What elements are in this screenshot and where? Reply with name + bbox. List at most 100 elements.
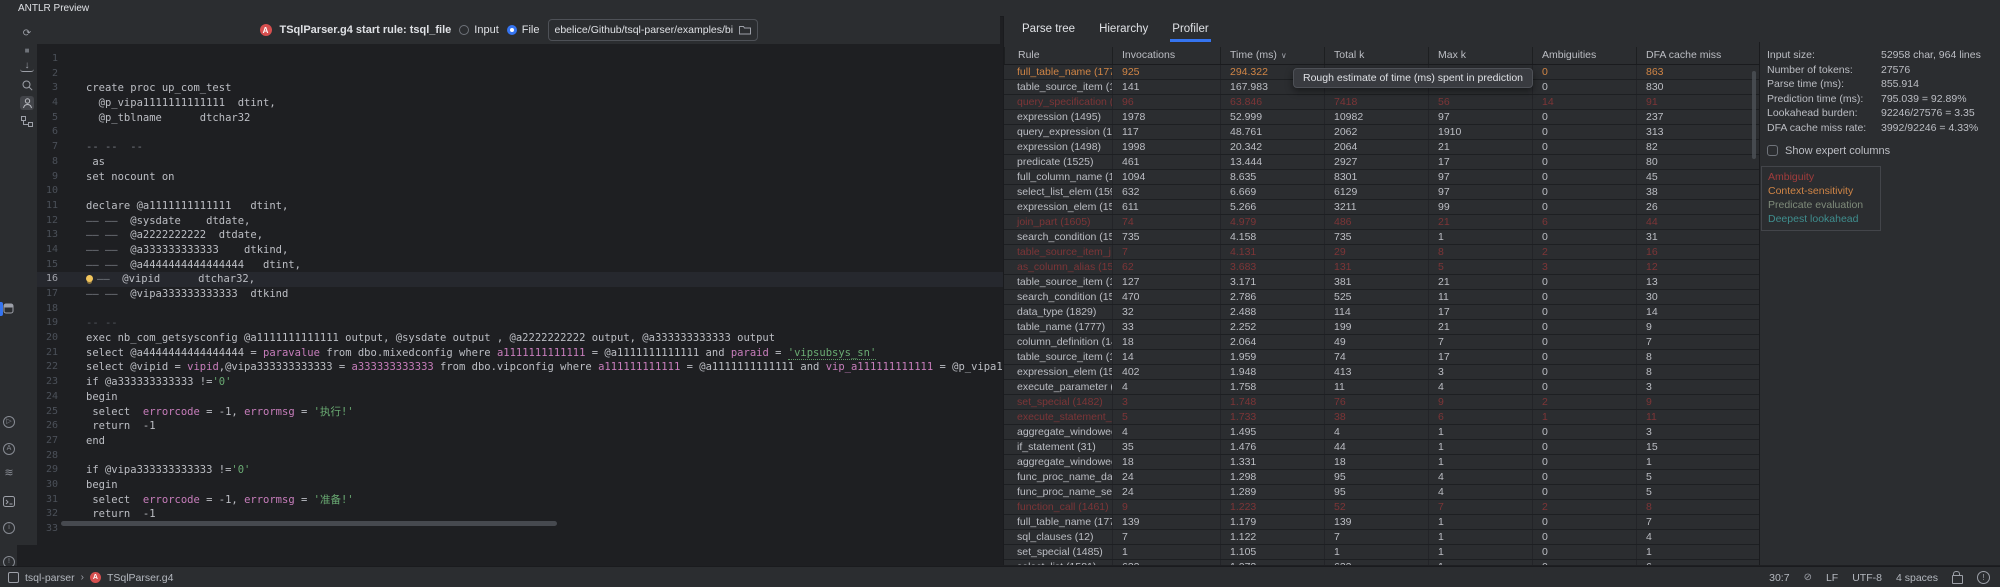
tree-view-button[interactable] <box>20 114 34 128</box>
file-path-value[interactable]: ebelice/Github/tsql-parser/examples/big.… <box>555 24 733 36</box>
col-header-time[interactable]: Time (ms)∨ <box>1220 47 1324 64</box>
col-header-invocations[interactable]: Invocations <box>1112 47 1220 64</box>
profiler-mode-button[interactable] <box>20 96 34 110</box>
problems-tool-icon[interactable]: i <box>3 522 15 534</box>
code-line[interactable]: 23if @a333333333333 !='0' <box>37 375 1003 390</box>
profiler-table-row[interactable]: set_special (1482)31.74876929 <box>1004 395 1759 410</box>
code-line[interactable]: 7-- -- -- <box>37 140 1003 155</box>
col-header-total-k[interactable]: Total k <box>1324 47 1428 64</box>
code-line[interactable]: 15—— —— @a4444444444444444 dtint, <box>37 258 1003 273</box>
profiler-table-row[interactable]: expression_elem (1590)6115.266321199026 <box>1004 200 1759 215</box>
file-encoding[interactable]: UTF-8 <box>1852 572 1882 584</box>
expert-columns-checkbox[interactable] <box>1767 145 1778 156</box>
profiler-table-row[interactable]: execute_parameter (1…41.75811403 <box>1004 380 1759 395</box>
profiler-table-row[interactable]: expression (1498)199820.342206421082 <box>1004 140 1759 155</box>
file-radio[interactable]: File <box>507 24 540 36</box>
code-line[interactable]: 27end <box>37 434 1003 449</box>
editor-horizontal-scrollbar[interactable] <box>61 521 557 526</box>
table-vertical-scrollbar[interactable] <box>1752 71 1756 159</box>
profiler-table-row[interactable]: predicate (1525)46113.444292717080 <box>1004 155 1759 170</box>
error-indicator-icon[interactable]: ! <box>1977 571 1990 584</box>
file-path-field[interactable]: ebelice/Github/tsql-parser/examples/big.… <box>548 19 758 41</box>
input-radio-circle[interactable] <box>459 25 469 35</box>
export-button[interactable]: ↓ <box>20 59 34 72</box>
code-line[interactable]: 1 <box>37 52 1003 67</box>
profiler-table-row[interactable]: select_list_elem (1592)6326.669612997038 <box>1004 185 1759 200</box>
show-expert-columns-option[interactable]: Show expert columns <box>1767 144 2000 158</box>
profiler-table-row[interactable]: search_condition (1517)4702.78652511030 <box>1004 290 1759 305</box>
col-header-dfa-cache-miss[interactable]: DFA cache miss <box>1636 47 1748 64</box>
code-line[interactable]: 6 <box>37 125 1003 140</box>
profiler-table-row[interactable]: table_source_item (15…141.959741708 <box>1004 350 1759 365</box>
profiler-table-row[interactable]: sql_clauses (12)71.1227104 <box>1004 530 1759 545</box>
code-line[interactable]: 4 @p_vipa1111111111111 dtint, <box>37 96 1003 111</box>
code-line[interactable]: 28 <box>37 449 1003 464</box>
profiler-table-row[interactable]: table_source_item_j…74.131298216 <box>1004 245 1759 260</box>
search-button[interactable] <box>20 78 34 92</box>
code-line[interactable]: 17—— —— @vipa333333333333 dtkind <box>37 287 1003 302</box>
refresh-button[interactable]: ⟳ <box>20 26 34 40</box>
code-line[interactable]: 16—— @vipid dtchar32, <box>37 272 1003 287</box>
col-header-rule[interactable]: Rule <box>1004 47 1112 64</box>
code-line[interactable]: 19-- -- <box>37 316 1003 331</box>
services-tool-icon[interactable]: ≋ <box>3 467 15 479</box>
profiler-table-row[interactable]: as_column_alias (159…623.6831315312 <box>1004 260 1759 275</box>
code-line[interactable]: 25 select errorcode = -1, errormsg = '执行… <box>37 405 1003 420</box>
terminal-tool-icon[interactable] <box>3 496 15 508</box>
profiler-table-row[interactable]: set_special (1485)11.1051101 <box>1004 545 1759 560</box>
code-line[interactable]: 5 @p_tblname dtchar32 <box>37 111 1003 126</box>
tab-profiler[interactable]: Profiler <box>1170 16 1210 42</box>
file-radio-circle[interactable] <box>507 25 517 35</box>
profiler-table-row[interactable]: expression_elem (1589)4021.948413308 <box>1004 365 1759 380</box>
profiler-table-row[interactable]: table_source_item (15…1273.17138121013 <box>1004 275 1759 290</box>
profiler-table-row[interactable]: search_condition (1519)7354.1587351031 <box>1004 230 1759 245</box>
preview-tool-icon[interactable] <box>3 303 15 315</box>
code-line[interactable]: 13—— —— @a2222222222 dtdate, <box>37 228 1003 243</box>
profiler-table-row[interactable]: aggregate_windowed…181.33118101 <box>1004 455 1759 470</box>
profiler-table-row[interactable]: function_call (1461)91.22352728 <box>1004 500 1759 515</box>
breadcrumb-project[interactable]: tsql-parser <box>25 572 75 584</box>
code-line[interactable]: 11declare @a1111111111111 dtint, <box>37 199 1003 214</box>
profiler-table-row[interactable]: execute_statement_a…51.733386111 <box>1004 410 1759 425</box>
profiler-table-row[interactable]: full_column_name (17…10948.635830197045 <box>1004 170 1759 185</box>
code-line[interactable]: 24begin <box>37 390 1003 405</box>
col-header-max-k[interactable]: Max k <box>1428 47 1532 64</box>
profiler-table-row[interactable]: full_table_name (1773)1391.179139107 <box>1004 515 1759 530</box>
tab-hierarchy[interactable]: Hierarchy <box>1097 16 1150 42</box>
code-line[interactable]: 9set nocount on <box>37 170 1003 185</box>
code-line[interactable]: 22select @vipid = vipid,@vipa33333333333… <box>37 360 1003 375</box>
profiler-table-row[interactable]: select_list (1581)6321.073632106 <box>1004 560 1759 565</box>
code-line[interactable]: 2 <box>37 67 1003 82</box>
tab-parse-tree[interactable]: Parse tree <box>1020 16 1077 42</box>
profiler-table-row[interactable]: func_proc_name_serv…241.28995405 <box>1004 485 1759 500</box>
code-line[interactable]: 14—— —— @a333333333333 dtkind, <box>37 243 1003 258</box>
indent-setting[interactable]: 4 spaces <box>1896 572 1938 584</box>
code-line[interactable]: 21select @a4444444444444444 = paravalue … <box>37 346 1003 361</box>
code-editor[interactable]: 123create proc up_com_test4 @p_vipa11111… <box>37 44 1003 545</box>
caret-position[interactable]: 30:7 <box>1769 572 1789 584</box>
ai-assistant-tool-icon[interactable]: A <box>3 443 15 455</box>
code-line[interactable]: 26 return -1 <box>37 419 1003 434</box>
code-line[interactable]: 3create proc up_com_test <box>37 81 1003 96</box>
intention-bulb-icon[interactable] <box>86 275 93 282</box>
profiler-table-row[interactable]: if_statement (31)351.476441015 <box>1004 440 1759 455</box>
breadcrumb-file[interactable]: TSqlParser.g4 <box>107 572 174 584</box>
highlighting-off-icon[interactable]: ⊘ <box>1804 572 1812 583</box>
code-line[interactable]: 12—— —— @sysdate dtdate, <box>37 214 1003 229</box>
profiler-table-row[interactable]: table_name (1777)332.2521992109 <box>1004 320 1759 335</box>
code-line[interactable]: 32 return -1 <box>37 507 1003 522</box>
unlock-icon[interactable] <box>1952 575 1963 584</box>
profiler-table-row[interactable]: aggregate_windowed…41.4954103 <box>1004 425 1759 440</box>
code-line[interactable]: 30begin <box>37 478 1003 493</box>
line-ending[interactable]: LF <box>1826 572 1838 584</box>
folder-icon[interactable] <box>739 25 751 35</box>
code-line[interactable]: 8 as <box>37 155 1003 170</box>
profiler-table-row[interactable]: func_proc_name_data…241.29895405 <box>1004 470 1759 485</box>
profiler-table-row[interactable]: column_definition (1421)182.06449707 <box>1004 335 1759 350</box>
profiler-table-row[interactable]: query_expression (1527)11748.76120621910… <box>1004 125 1759 140</box>
code-line[interactable]: 18 <box>37 302 1003 317</box>
code-line[interactable]: 20exec nb_com_getsysconfig @a11111111111… <box>37 331 1003 346</box>
profiler-table-row[interactable]: join_part (1605)744.97948621644 <box>1004 215 1759 230</box>
profiler-table-row[interactable]: expression (1495)197852.99910982970237 <box>1004 110 1759 125</box>
stop-button[interactable]: ■ <box>20 43 34 57</box>
